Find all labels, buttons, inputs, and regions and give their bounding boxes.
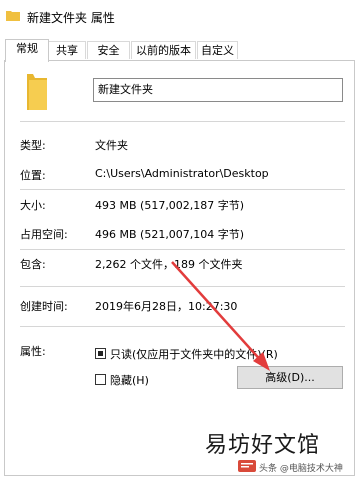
attributes-label: 属性:: [20, 345, 46, 358]
tab-customize[interactable]: 自定义: [197, 41, 238, 59]
disk-size-value: 496 MB (521,007,104 字节): [95, 228, 245, 241]
watermark-text: 易坊好文馆: [205, 433, 321, 458]
advanced-button[interactable]: 高级(D)...: [237, 366, 343, 389]
location-value: C:\Users\Administrator\Desktop: [95, 167, 269, 180]
window-title: 新建文件夹 属性: [27, 11, 115, 25]
divider: [20, 326, 345, 327]
size-value: 493 MB (517,002,187 字节): [95, 199, 245, 212]
tab-general[interactable]: 常规: [5, 39, 49, 62]
hidden-checkbox[interactable]: [95, 374, 106, 385]
toutiao-logo-icon: [238, 460, 256, 472]
tab-bar: 常规 共享 安全 以前的版本 自定义: [0, 39, 358, 62]
watermark-subtext: 头条 @电脑技术大神: [259, 464, 343, 474]
contains-value: 2,262 个文件，189 个文件夹: [95, 258, 243, 271]
disk-size-label: 占用空间:: [20, 228, 68, 241]
folder-icon: [27, 74, 47, 110]
tab-security[interactable]: 安全: [87, 41, 130, 59]
type-label: 类型:: [20, 139, 46, 152]
location-label: 位置:: [20, 169, 46, 182]
divider: [20, 121, 345, 122]
folder-icon: [6, 11, 20, 21]
created-value: 2019年6月28日，10:27:30: [95, 300, 238, 313]
hidden-label[interactable]: 隐藏(H): [110, 372, 149, 388]
tab-previous-versions[interactable]: 以前的版本: [131, 41, 196, 59]
tab-sharing[interactable]: 共享: [48, 41, 86, 59]
folder-name-input[interactable]: 新建文件夹: [93, 78, 343, 102]
title-bar: 新建文件夹 属性: [0, 0, 358, 34]
readonly-checkbox[interactable]: [95, 348, 106, 359]
type-value: 文件夹: [95, 139, 128, 152]
created-label: 创建时间:: [20, 300, 68, 313]
divider: [20, 189, 345, 190]
size-label: 大小:: [20, 199, 46, 212]
divider: [20, 249, 345, 250]
readonly-label[interactable]: 只读(仅应用于文件夹中的文件)(R): [110, 346, 278, 362]
divider: [20, 286, 345, 287]
contains-label: 包含:: [20, 258, 46, 271]
